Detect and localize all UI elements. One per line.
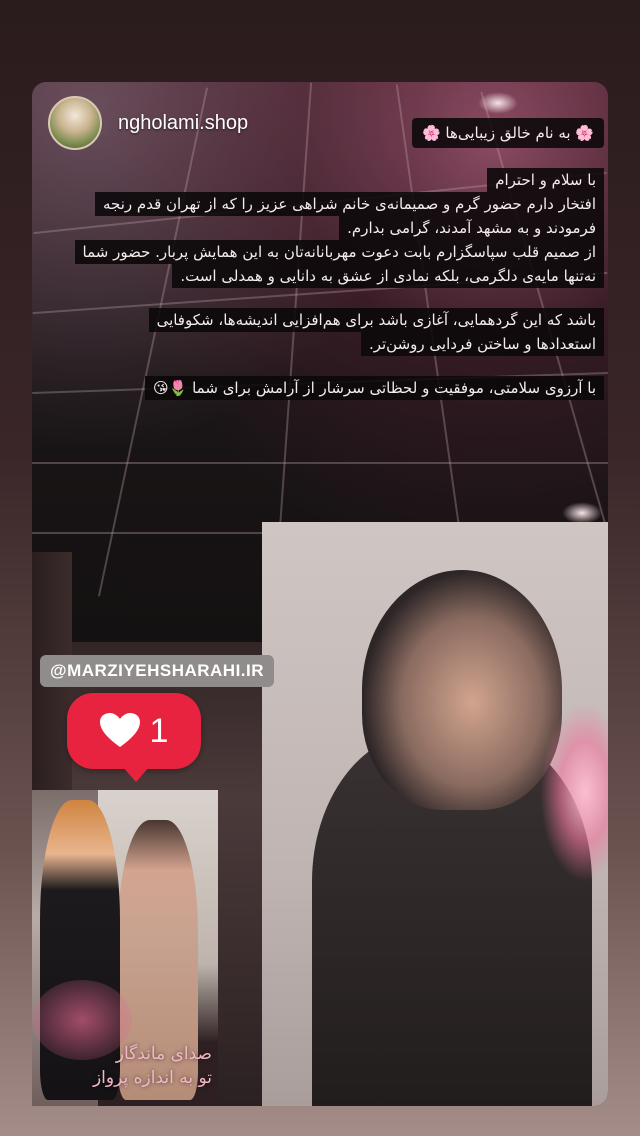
caption-line: باشد که این گردهمایی، آغازی باشد برای هم… (148, 308, 604, 332)
caption-closing: با آرزوی سلامتی، موفقیت و لحظاتی سرشار ا… (145, 376, 604, 400)
caption-line: نه‌تنها مایه‌ی دلگرمی، بلکه نمادی از عشق… (172, 264, 604, 288)
like-count: 1 (149, 711, 169, 750)
heart-icon (99, 713, 140, 747)
mention-sticker[interactable]: @MARZIYEHSHARAHI.IR (40, 655, 275, 687)
like-sticker[interactable]: 1 (67, 693, 201, 769)
caption-line: با سلام و احترام (487, 168, 604, 192)
speaker-photo-head (362, 570, 562, 810)
caption-line: استعدادها و ساختن فردایی روشن‌تر. (360, 332, 604, 356)
caption-line: از صمیم قلب سپاسگزارم بابت دعوت مهربانان… (74, 240, 604, 264)
story-caption: 🌸 به نام خالق زیبایی‌ها 🌸 با سلام و احتر… (64, 118, 604, 400)
caption-title: 🌸 به نام خالق زیبایی‌ها 🌸 (411, 118, 604, 148)
caption-line: افتخار دارم حضور گرم و صمیمانه‌ی خانم شر… (95, 192, 604, 216)
inset-photo: صدای ماندگار تو به اندازه پرواز (32, 790, 218, 1106)
caption-line: فرمودند و به مشهد آمدند، گرامی بدارم. (339, 216, 604, 240)
like-sticker-tail (122, 766, 150, 782)
banner-text: صدای ماندگار تو به اندازه پرواز (92, 1044, 212, 1088)
